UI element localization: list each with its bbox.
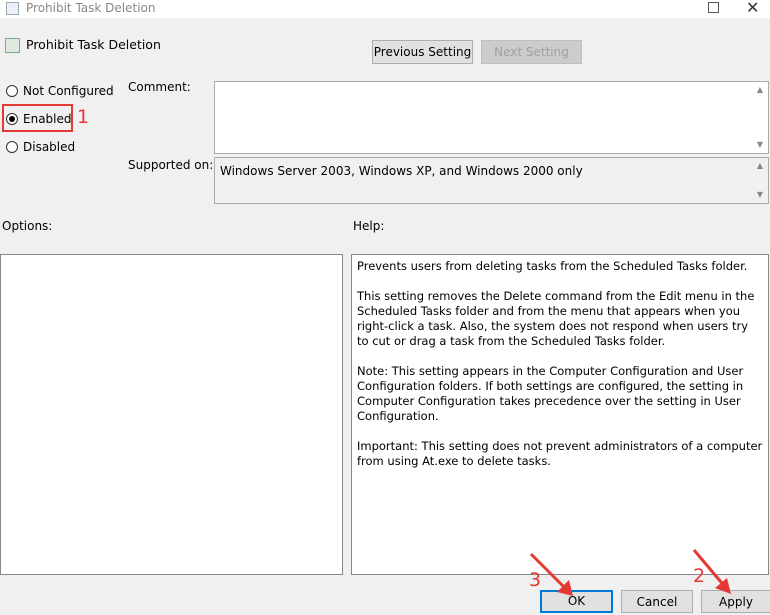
help-panel: Prevents users from deleting tasks from … xyxy=(351,254,769,575)
scroll-down-icon[interactable]: ▼ xyxy=(753,138,767,152)
next-setting-button[interactable]: Next Setting xyxy=(481,40,582,64)
supported-on-field: Windows Server 2003, Windows XP, and Win… xyxy=(214,157,769,204)
radio-label: Disabled xyxy=(23,140,76,154)
radio-label: Not Configured xyxy=(23,84,114,98)
help-label: Help: xyxy=(353,219,385,233)
scroll-up-icon[interactable]: ▲ xyxy=(753,159,767,173)
setting-icon xyxy=(5,38,20,53)
help-paragraph: Note: This setting appears in the Comput… xyxy=(357,364,744,423)
help-paragraph: Prevents users from deleting tasks from … xyxy=(357,259,748,273)
help-paragraph: This setting removes the Delete command … xyxy=(357,289,755,348)
step-2-marker: 2 xyxy=(693,565,706,587)
policy-icon xyxy=(6,2,19,15)
radio-not-configured[interactable]: Not Configured xyxy=(6,84,114,98)
cancel-button[interactable]: Cancel xyxy=(621,590,693,613)
window-title: Prohibit Task Deletion xyxy=(26,1,156,15)
options-panel xyxy=(0,254,343,575)
supported-on-label: Supported on: xyxy=(128,158,214,172)
radio-circle[interactable] xyxy=(6,141,18,153)
setting-title: Prohibit Task Deletion xyxy=(26,37,161,52)
previous-setting-button[interactable]: Previous Setting xyxy=(372,40,473,64)
step-1-marker: 1 xyxy=(77,106,90,128)
enabled-highlight-box xyxy=(2,104,73,132)
radio-disabled[interactable]: Disabled xyxy=(6,140,75,154)
radio-circle[interactable] xyxy=(6,85,18,97)
options-label: Options: xyxy=(2,219,53,233)
scroll-up-icon[interactable]: ▲ xyxy=(753,83,767,97)
step-3-marker: 3 xyxy=(529,569,542,591)
supported-on-value: Windows Server 2003, Windows XP, and Win… xyxy=(220,164,583,178)
close-icon[interactable]: ✕ xyxy=(746,0,759,17)
maximize-icon[interactable] xyxy=(708,2,719,13)
help-paragraph: Important: This setting does not prevent… xyxy=(357,439,763,468)
scroll-down-icon[interactable]: ▼ xyxy=(753,188,767,202)
comment-label: Comment: xyxy=(128,80,191,94)
comment-field[interactable]: ▲ ▼ xyxy=(214,81,769,154)
